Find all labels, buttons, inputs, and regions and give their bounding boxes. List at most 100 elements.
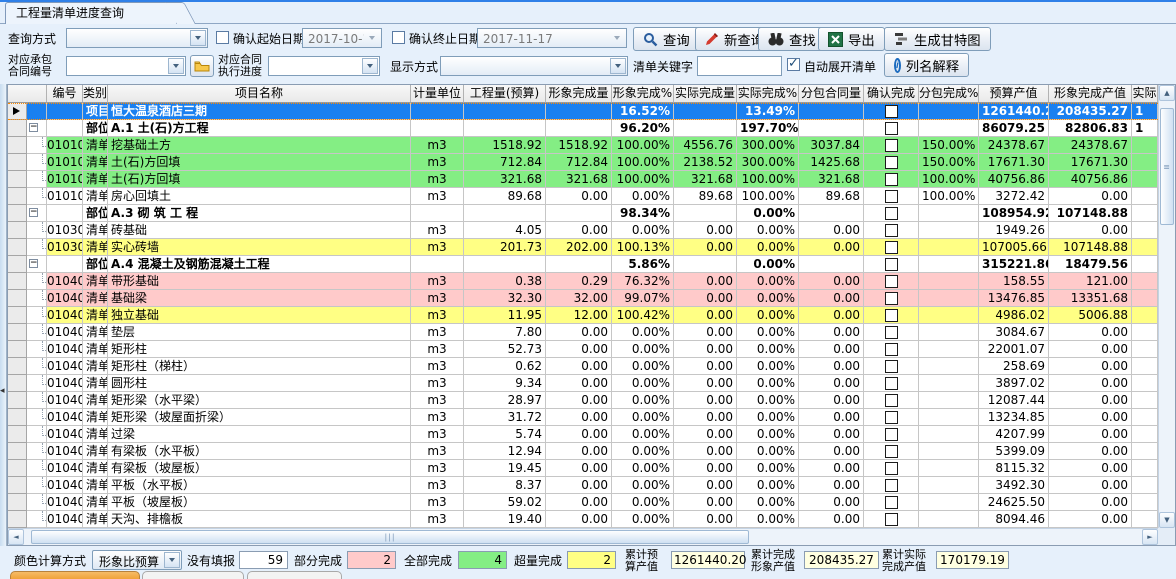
- cell-img_qty[interactable]: 0.00: [546, 324, 612, 341]
- left-splitter[interactable]: ◂: [0, 84, 7, 546]
- cell-name[interactable]: 有梁板（坡屋板）: [108, 460, 411, 477]
- cell-sub_qty[interactable]: 0.00: [799, 477, 864, 494]
- cell-code[interactable]: 010103: [47, 154, 83, 171]
- cell-act_val[interactable]: [1132, 188, 1158, 205]
- row-indicator[interactable]: [8, 392, 27, 409]
- tree-cell[interactable]: −: [27, 205, 47, 222]
- cell-img_pct[interactable]: 0.00%: [612, 443, 674, 460]
- cell-sub_pct[interactable]: [919, 409, 979, 426]
- confirm-checkbox[interactable]: [885, 292, 898, 305]
- cell-budget_val[interactable]: 1261440.2: [979, 103, 1049, 120]
- row-indicator[interactable]: [8, 477, 27, 494]
- cell-budget_val[interactable]: 12087.44: [979, 392, 1049, 409]
- cell-name[interactable]: 矩形柱: [108, 341, 411, 358]
- cell-act_qty[interactable]: 0.00: [674, 273, 737, 290]
- cell-img_pct[interactable]: 0.00%: [612, 188, 674, 205]
- cell-unit[interactable]: m3: [411, 511, 464, 528]
- confirm-checkbox[interactable]: [885, 224, 898, 237]
- cell-act_val[interactable]: [1132, 460, 1158, 477]
- cell-name[interactable]: A.1 土(石)方工程: [108, 120, 411, 137]
- browse-contract-button[interactable]: [190, 55, 214, 77]
- row-indicator[interactable]: [8, 273, 27, 290]
- cell-confirm[interactable]: [864, 392, 919, 409]
- row-indicator[interactable]: [8, 341, 27, 358]
- tree-cell[interactable]: −: [27, 256, 47, 273]
- cell-act_pct[interactable]: 0.00%: [737, 443, 799, 460]
- cell-act_pct[interactable]: 0.00%: [737, 409, 799, 426]
- confirm-checkbox[interactable]: [885, 377, 898, 390]
- cell-budget_val[interactable]: 158.55: [979, 273, 1049, 290]
- cell-budget_val[interactable]: 1949.26: [979, 222, 1049, 239]
- cell-cat[interactable]: 清单: [83, 494, 108, 511]
- column-header-img_pct[interactable]: 形象完成%: [612, 85, 674, 103]
- cell-budget_val[interactable]: 13476.85: [979, 290, 1049, 307]
- table-row[interactable]: 010301清单砖基础m34.050.000.00%0.000.00%0.001…: [8, 222, 1158, 239]
- table-row[interactable]: 010101清单挖基础土方m31518.921518.92100.00%4556…: [8, 137, 1158, 154]
- confirm-start-date-picker[interactable]: [302, 28, 382, 48]
- cell-confirm[interactable]: [864, 171, 919, 188]
- cell-sub_pct[interactable]: [919, 460, 979, 477]
- cell-unit[interactable]: m3: [411, 307, 464, 324]
- table-row[interactable]: 010103清单房心回填土m389.680.000.00%89.68100.00…: [8, 188, 1158, 205]
- cell-act_pct[interactable]: 0.00%: [737, 511, 799, 528]
- cell-img_qty[interactable]: [546, 205, 612, 222]
- cell-img_val[interactable]: 0.00: [1049, 392, 1132, 409]
- cell-qty[interactable]: [464, 256, 546, 273]
- confirm-checkbox[interactable]: [885, 258, 898, 271]
- cell-code[interactable]: [47, 205, 83, 222]
- cell-img_qty[interactable]: [546, 103, 612, 120]
- cell-act_pct[interactable]: 0.00%: [737, 290, 799, 307]
- table-row[interactable]: 010402清单矩形柱m352.730.000.00%0.000.00%0.00…: [8, 341, 1158, 358]
- cell-act_qty[interactable]: 0.00: [674, 511, 737, 528]
- cell-name[interactable]: 土(石)方回填: [108, 171, 411, 188]
- cell-confirm[interactable]: [864, 511, 919, 528]
- tab-progress-query[interactable]: 工程量清单进度查询: [5, 2, 177, 24]
- cell-unit[interactable]: m3: [411, 409, 464, 426]
- cell-img_val[interactable]: 208435.27: [1049, 103, 1132, 120]
- cell-act_qty[interactable]: 0.00: [674, 443, 737, 460]
- table-row[interactable]: 010401清单垫层m37.800.000.00%0.000.00%0.0030…: [8, 324, 1158, 341]
- cell-img_val[interactable]: 0.00: [1049, 341, 1132, 358]
- cell-name[interactable]: 砖基础: [108, 222, 411, 239]
- cell-act_pct[interactable]: 0.00%: [737, 324, 799, 341]
- cell-confirm[interactable]: [864, 120, 919, 137]
- vertical-scroll-thumb[interactable]: ≡: [1160, 108, 1174, 225]
- cell-confirm[interactable]: [864, 205, 919, 222]
- cell-img_pct[interactable]: 16.52%: [612, 103, 674, 120]
- cell-code[interactable]: 010301: [47, 222, 83, 239]
- chevron-down-icon[interactable]: [164, 552, 180, 568]
- cell-name[interactable]: 天沟、排檐板: [108, 511, 411, 528]
- cell-budget_val[interactable]: 5399.09: [979, 443, 1049, 460]
- cell-img_pct[interactable]: 0.00%: [612, 477, 674, 494]
- cell-budget_val[interactable]: 17671.30: [979, 154, 1049, 171]
- table-row[interactable]: 010403清单矩形梁（坡屋面折梁）m331.720.000.00%0.000.…: [8, 409, 1158, 426]
- confirm-checkbox[interactable]: [885, 411, 898, 424]
- cell-unit[interactable]: [411, 205, 464, 222]
- cell-qty[interactable]: [464, 103, 546, 120]
- cell-act_pct[interactable]: 100.00%: [737, 171, 799, 188]
- row-indicator[interactable]: [8, 426, 27, 443]
- cell-img_pct[interactable]: 100.00%: [612, 137, 674, 154]
- cell-sub_qty[interactable]: 0.00: [799, 239, 864, 256]
- cell-budget_val[interactable]: 3492.30: [979, 477, 1049, 494]
- cell-img_pct[interactable]: 100.42%: [612, 307, 674, 324]
- cell-unit[interactable]: m3: [411, 239, 464, 256]
- confirm-checkbox[interactable]: [885, 105, 898, 118]
- query-mode-combo[interactable]: [66, 28, 208, 48]
- cell-confirm[interactable]: [864, 494, 919, 511]
- cell-act_val[interactable]: [1132, 154, 1158, 171]
- row-indicator[interactable]: [8, 120, 27, 137]
- table-row[interactable]: 010405清单有梁板（坡屋板）m319.450.000.00%0.000.00…: [8, 460, 1158, 477]
- horizontal-scrollbar[interactable]: ◄ ||| ►: [8, 528, 1158, 545]
- cell-cat[interactable]: 清单: [83, 171, 108, 188]
- display-mode-combo[interactable]: [440, 56, 628, 76]
- cell-img_pct[interactable]: 0.00%: [612, 222, 674, 239]
- cell-qty[interactable]: 4.05: [464, 222, 546, 239]
- cell-img_qty[interactable]: 0.00: [546, 460, 612, 477]
- cell-code[interactable]: 010402: [47, 341, 83, 358]
- cell-sub_qty[interactable]: 0.00: [799, 358, 864, 375]
- cell-sub_qty[interactable]: 0.00: [799, 443, 864, 460]
- cell-code[interactable]: 010405: [47, 460, 83, 477]
- cell-cat[interactable]: 清单: [83, 460, 108, 477]
- confirm-checkbox[interactable]: [885, 428, 898, 441]
